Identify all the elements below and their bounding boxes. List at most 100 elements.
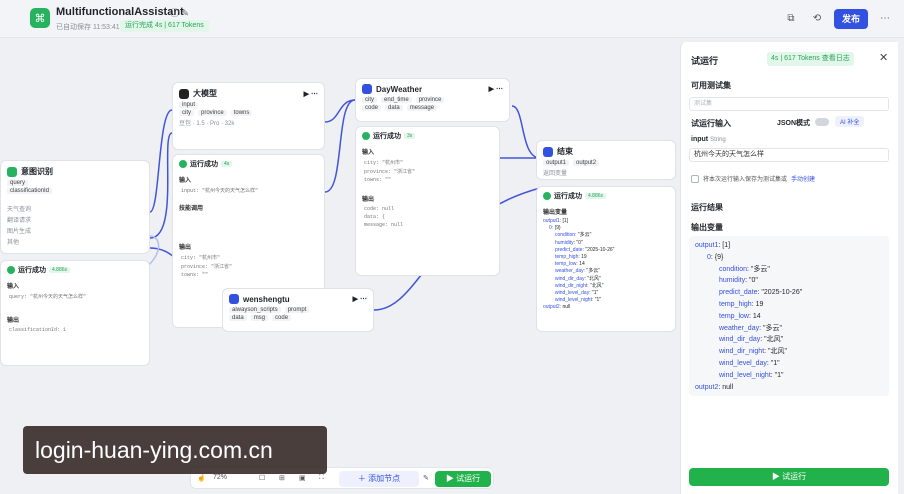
tree-value: "北风" (590, 282, 604, 289)
publish-button[interactable]: 发布 (834, 9, 868, 29)
tree-value: "2025-10-26" (761, 289, 803, 297)
param-chip: prompt (284, 307, 310, 313)
more-icon[interactable]: ⋯ (876, 10, 894, 28)
param-chip: city (179, 110, 194, 116)
play-icon[interactable]: ▶ ⋯ (489, 85, 503, 93)
io-value: towns: "" (181, 272, 209, 278)
tree-value: "0" (576, 239, 583, 246)
image-gen-icon (229, 294, 239, 304)
field-name: input (691, 136, 709, 143)
json-mode-toggle[interactable] (815, 118, 829, 126)
output-tree-row: temp_high: 19 (555, 254, 587, 261)
play-icon[interactable]: ▶ ⋯ (353, 295, 367, 303)
run-status-badge[interactable]: 运行完成 4s | 617 Tokens (120, 20, 209, 32)
io-value: province: "浙江省" (181, 264, 233, 270)
result-label: 运行结果 (691, 203, 723, 212)
time-badge: 3s (404, 133, 416, 139)
add-node-label: 添加节点 (368, 474, 401, 483)
run-ok-label: 运行成功 (373, 133, 401, 140)
node-end-result[interactable]: 运行成功 4.886s 输出变量 output1: [1] 0: {9} condit… (536, 186, 676, 332)
tree-value: null (562, 304, 571, 311)
param-chip: message (406, 105, 438, 111)
test-run-panel: 试运行 4s | 617 Tokens 查看日志 ✕ 可用测试集 测试集 试运行… (680, 42, 898, 494)
tree-value: 19 (581, 254, 587, 261)
io-label: 输出 (179, 245, 192, 251)
tree-value: "1" (770, 359, 780, 367)
tree-key: predict_date (719, 289, 758, 297)
output-tree-row: wind_dir_day: "北风" (719, 336, 784, 344)
class-item: 翻译请求 (7, 218, 32, 224)
plugin-icon (362, 84, 372, 94)
param-chip: code (272, 315, 292, 321)
node-intent-result[interactable]: 运行成功 4.886s 输入 query: "杭州今天的天气怎么样" 输出 cla… (0, 260, 150, 366)
output-tree-row: predict_date: "2025-10-26" (719, 289, 803, 297)
param-chip: data (385, 105, 403, 111)
copy-icon[interactable]: ⧉ (782, 10, 800, 28)
save-time: 已自动保存 11:53:41 (56, 24, 120, 31)
io-label: 输出 (362, 197, 375, 203)
class-item: 天气查询 (7, 207, 32, 213)
tree-value: "多云" (762, 324, 782, 332)
node-end[interactable]: 结束 output1 output2 返回变量 (536, 140, 676, 180)
tree-value: "北风" (768, 348, 788, 356)
tree-key: wind_dir_night (719, 348, 765, 356)
run-ok-label: 运行成功 (554, 193, 582, 200)
bottom-test-run-button[interactable]: ▶ 试运行 (435, 471, 491, 487)
tree-value: null (722, 383, 734, 391)
manual-create-link[interactable]: 手动创建 (791, 174, 815, 183)
output-tree-row: wind_level_night: "1" (719, 371, 784, 379)
node-wenshengtu[interactable]: wenshengtu ▶ ⋯ aiwayson_scripts prompt dat… (222, 288, 374, 332)
add-node-button[interactable]: ＋ 添加节点 (339, 471, 419, 487)
class-item: 其他 (7, 240, 20, 246)
close-icon[interactable]: ✕ (879, 51, 888, 64)
edit-icon[interactable]: ⓘ ✎ (170, 6, 189, 19)
tree-value: "1" (594, 297, 602, 304)
debug-icon[interactable]: ✎ (423, 474, 429, 482)
expand-icon[interactable]: ⛶ (319, 474, 324, 482)
run-stat-badge[interactable]: 4s | 617 Tokens 查看日志 (767, 52, 854, 66)
pointer-icon[interactable]: ☝ (197, 474, 206, 482)
io-value: message: null (364, 222, 404, 228)
param-chip: province (198, 110, 227, 116)
image-icon[interactable]: ▣ (299, 474, 306, 482)
io-value: code: null (364, 206, 395, 212)
ai-fill-button[interactable]: AI 补全 (835, 116, 865, 127)
history-icon[interactable]: ⟲ (808, 10, 826, 28)
layout-icon[interactable]: ⊞ (279, 474, 285, 482)
param-chip: output2 (573, 160, 600, 166)
dataset-select[interactable]: 测试集 (689, 97, 889, 111)
check-icon (179, 160, 187, 168)
app-title: MultifunctionalAssistant (56, 6, 184, 18)
tree-key: condition (555, 232, 576, 239)
param-chip: data (229, 315, 247, 321)
io-value: towns: "" (364, 177, 392, 183)
zoom-level[interactable]: 72% (213, 474, 227, 481)
test-run-button[interactable]: ▶ 试运行 (689, 468, 889, 486)
save-checkbox[interactable] (691, 174, 699, 183)
tree-value: 19 (755, 300, 764, 308)
input-label: 试运行输入 (691, 119, 731, 128)
tree-key: output2 (695, 383, 719, 391)
input-field[interactable]: 杭州今天的天气怎么样 (689, 148, 889, 162)
comment-icon[interactable]: ☐ (259, 474, 265, 482)
node-intent[interactable]: 意图识别 query classificationId 天气查询 翻译请求 图片… (0, 160, 150, 254)
tree-value: "1" (774, 371, 784, 379)
node-weather-result[interactable]: 运行成功 3s 输入 city: "杭州市" province: "浙江省" to… (355, 126, 500, 276)
panel-title: 试运行 (691, 56, 719, 66)
node-llm[interactable]: 大模型 ▶ ⋯ input city province towns 豆包 · 1.5 … (172, 82, 325, 150)
tree-key: temp_low (555, 261, 577, 268)
io-value: classificationId: 1 (9, 327, 67, 333)
node-weather[interactable]: DayWeather ▶ ⋯ city end_time province code d… (355, 78, 510, 122)
tree-value: [1] (722, 242, 731, 249)
tree-value: {9} (554, 225, 561, 232)
save-text: 将本次运行输入保存为测试集或 (703, 177, 788, 183)
tree-key: humidity (719, 277, 746, 285)
output-tree-row: output2: null (543, 304, 571, 311)
play-icon[interactable]: ▶ ⋯ (304, 90, 318, 98)
tree-key: predict_date (555, 246, 583, 253)
output-tree-row: wind_level_night: "1" (555, 297, 602, 304)
param-chip: query (7, 180, 29, 186)
tree-value: "1" (591, 290, 599, 297)
skill-label: 技能调用 (179, 206, 204, 212)
param-chip: output1 (543, 160, 570, 166)
